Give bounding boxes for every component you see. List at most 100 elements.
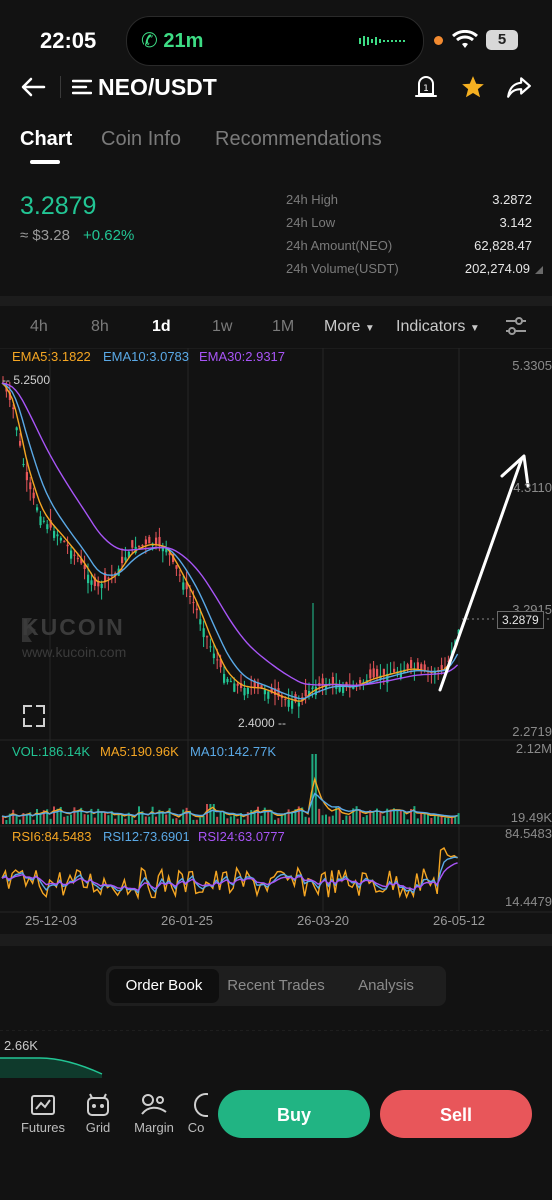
candle <box>440 665 443 670</box>
volume-bar <box>63 816 66 824</box>
ema10-text: EMA10:3.0783 <box>103 349 190 364</box>
sell-button[interactable]: Sell <box>380 1090 532 1138</box>
volume-bar <box>178 819 181 824</box>
copy-trading-icon[interactable] <box>192 1092 208 1118</box>
vol-ma5-text: MA5:190.96K <box>100 744 179 759</box>
candle <box>233 683 236 692</box>
volume-bar <box>131 816 134 824</box>
chart-settings-icon[interactable] <box>505 316 527 336</box>
vol-ma5-legend: MA5:190.96K <box>100 744 179 759</box>
volume-bar <box>70 814 72 824</box>
price-axis-bottom: 2.2719 <box>512 724 552 739</box>
volume-bar <box>66 815 69 824</box>
tab-order-book[interactable]: Order Book <box>109 969 219 1003</box>
nav-copy-trading[interactable]: Co <box>184 1120 208 1135</box>
indicators-dropdown[interactable]: Indicators ▼ <box>396 318 480 336</box>
volume-bar <box>342 819 344 824</box>
candle <box>29 482 32 490</box>
kline-chart[interactable]: EMA5:3.1822 EMA10:3.0783 EMA30:2.9317 5.… <box>0 347 552 930</box>
volume-bar <box>39 813 42 824</box>
tab-analysis[interactable]: Analysis <box>333 966 439 1006</box>
candle <box>155 537 158 545</box>
buy-button[interactable]: Buy <box>218 1090 370 1138</box>
volume-bar <box>257 806 259 824</box>
date-label-3: 26-03-20 <box>297 913 350 928</box>
volume-bar <box>450 817 453 824</box>
volume-bar <box>107 815 110 824</box>
orderbook-segmented-control: Order Book Recent Trades Analysis <box>106 966 446 1006</box>
tab-recent-trades[interactable]: Recent Trades <box>219 966 333 1006</box>
candle <box>199 619 202 625</box>
candle <box>212 653 215 659</box>
grid-bot-icon[interactable] <box>85 1092 111 1118</box>
stat-value-volume: 202,274.09 <box>464 261 530 276</box>
volume-bar <box>345 815 348 824</box>
candle <box>148 536 151 544</box>
section-divider <box>0 296 552 306</box>
candle <box>321 678 324 686</box>
price-alert-icon[interactable]: 1 <box>414 74 438 100</box>
candle <box>372 668 375 678</box>
futures-icon[interactable] <box>30 1094 56 1118</box>
rsi-axis-top: 84.5483 <box>505 826 552 841</box>
timeframe-1d[interactable]: 1d <box>152 318 171 336</box>
volume-bar <box>134 819 137 824</box>
volume-bar <box>399 810 402 824</box>
candle <box>202 628 205 638</box>
candle <box>236 683 239 686</box>
volume-bar <box>308 817 310 824</box>
volume-bar <box>447 817 450 824</box>
candle <box>206 636 209 638</box>
nav-futures[interactable]: Futures <box>18 1120 68 1135</box>
more-dropdown[interactable]: More ▼ <box>324 318 375 336</box>
candle <box>90 580 93 585</box>
margin-icon[interactable] <box>140 1092 168 1118</box>
pair-menu-icon[interactable] <box>72 79 92 95</box>
candle <box>22 464 25 466</box>
tab-recommendations[interactable]: Recommendations <box>215 128 382 151</box>
rsi24-text: RSI24:63.0777 <box>198 829 285 844</box>
candle <box>39 516 42 526</box>
volume-bar <box>117 813 120 824</box>
low-marker: 2.4000 -- <box>238 716 287 730</box>
volume-bar <box>318 808 321 824</box>
volume-bar <box>32 819 35 824</box>
timeframe-1w[interactable]: 1w <box>212 318 232 336</box>
back-arrow-icon[interactable] <box>20 76 46 98</box>
candle <box>100 583 103 589</box>
pair-title[interactable]: NEO/USDT <box>98 74 217 101</box>
volume-bar <box>229 816 232 824</box>
dynamic-island[interactable]: ✆ 21m <box>126 16 424 66</box>
nav-grid[interactable]: Grid <box>78 1120 118 1135</box>
candle <box>56 534 59 537</box>
favorite-star-icon[interactable] <box>460 74 486 100</box>
wifi-icon <box>452 30 478 48</box>
timeframe-8h[interactable]: 8h <box>91 318 109 336</box>
volume-bar <box>236 818 239 824</box>
candle <box>121 556 124 563</box>
rsi6-line <box>1 846 458 901</box>
ema5-text: EMA5:3.1822 <box>12 349 91 364</box>
volume-bar <box>73 807 76 824</box>
svg-text:1: 1 <box>423 84 429 94</box>
volume-bar <box>457 813 460 824</box>
volume-bar <box>444 817 446 824</box>
volume-bar <box>5 819 8 824</box>
nav-margin[interactable]: Margin <box>131 1120 177 1135</box>
timeframe-1m[interactable]: 1M <box>272 318 294 336</box>
tab-chart[interactable]: Chart <box>20 128 72 151</box>
tab-active-indicator <box>30 160 60 164</box>
volume-bar <box>331 815 334 824</box>
candle <box>73 554 76 556</box>
stat-label-volume: 24h Volume(USDT) <box>286 261 399 276</box>
volume-bar <box>151 806 154 824</box>
fullscreen-expand-icon[interactable] <box>23 705 45 727</box>
depth-chart <box>0 1030 552 1080</box>
volume-bar <box>416 818 419 824</box>
low-marker-value: 2.4000 <box>238 716 275 730</box>
share-icon[interactable] <box>506 74 532 100</box>
more-caret-icon: ▼ <box>364 323 375 334</box>
tab-coin-info[interactable]: Coin Info <box>101 128 181 151</box>
ema30-text: EMA30:2.9317 <box>199 349 286 364</box>
timeframe-4h[interactable]: 4h <box>30 318 48 336</box>
